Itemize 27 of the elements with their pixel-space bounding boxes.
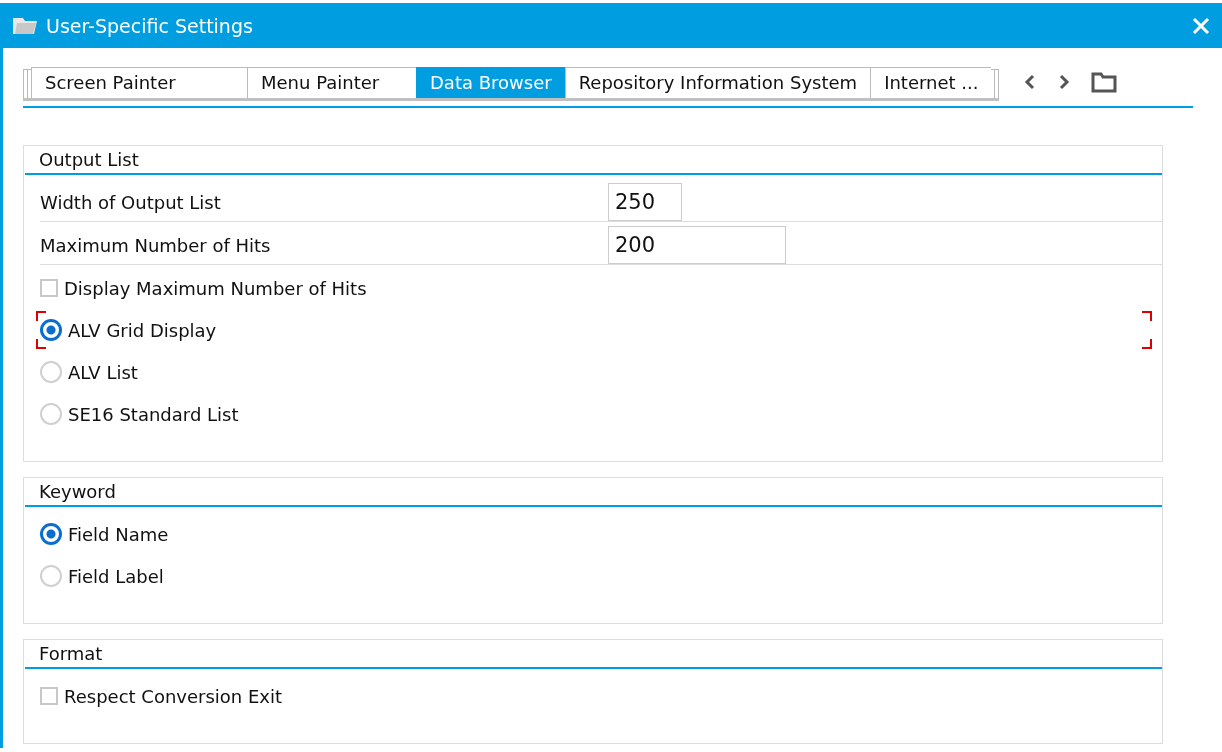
option-label[interactable]: SE16 Standard List — [68, 403, 239, 425]
input-field[interactable]: 200 — [608, 226, 786, 264]
settings-icon — [12, 15, 38, 36]
radio-button[interactable] — [40, 319, 62, 341]
tab[interactable]: Internet ... — [870, 67, 992, 98]
option-label[interactable]: ALV Grid Display — [68, 319, 217, 341]
dialog-title: User-Specific Settings — [46, 14, 254, 37]
folder-icon[interactable] — [1091, 71, 1118, 93]
option-label[interactable]: Field Label — [68, 565, 164, 587]
tab[interactable]: Repository Information System — [564, 67, 871, 98]
radio-button[interactable] — [40, 523, 62, 545]
group-title: Format — [25, 640, 1162, 669]
group-title: Output List — [25, 146, 1162, 175]
tab[interactable]: Screen Painter — [31, 67, 247, 98]
group-title: Keyword — [25, 478, 1162, 507]
field-label: Maximum Number of Hits — [40, 234, 272, 256]
close-icon[interactable] — [1192, 16, 1210, 35]
tab[interactable]: Menu Painter — [247, 67, 416, 98]
option-label[interactable]: ALV List — [68, 361, 138, 383]
option-label[interactable]: Display Maximum Number of Hits — [64, 277, 367, 299]
field-label: Width of Output List — [40, 191, 222, 213]
option-label[interactable]: Respect Conversion Exit — [64, 685, 283, 707]
input-field[interactable]: 250 — [608, 183, 682, 221]
chevron-right-icon[interactable] — [1057, 73, 1072, 91]
option-label[interactable]: Field Name — [68, 523, 169, 545]
checkbox[interactable] — [40, 279, 58, 297]
checkbox[interactable] — [40, 687, 58, 705]
